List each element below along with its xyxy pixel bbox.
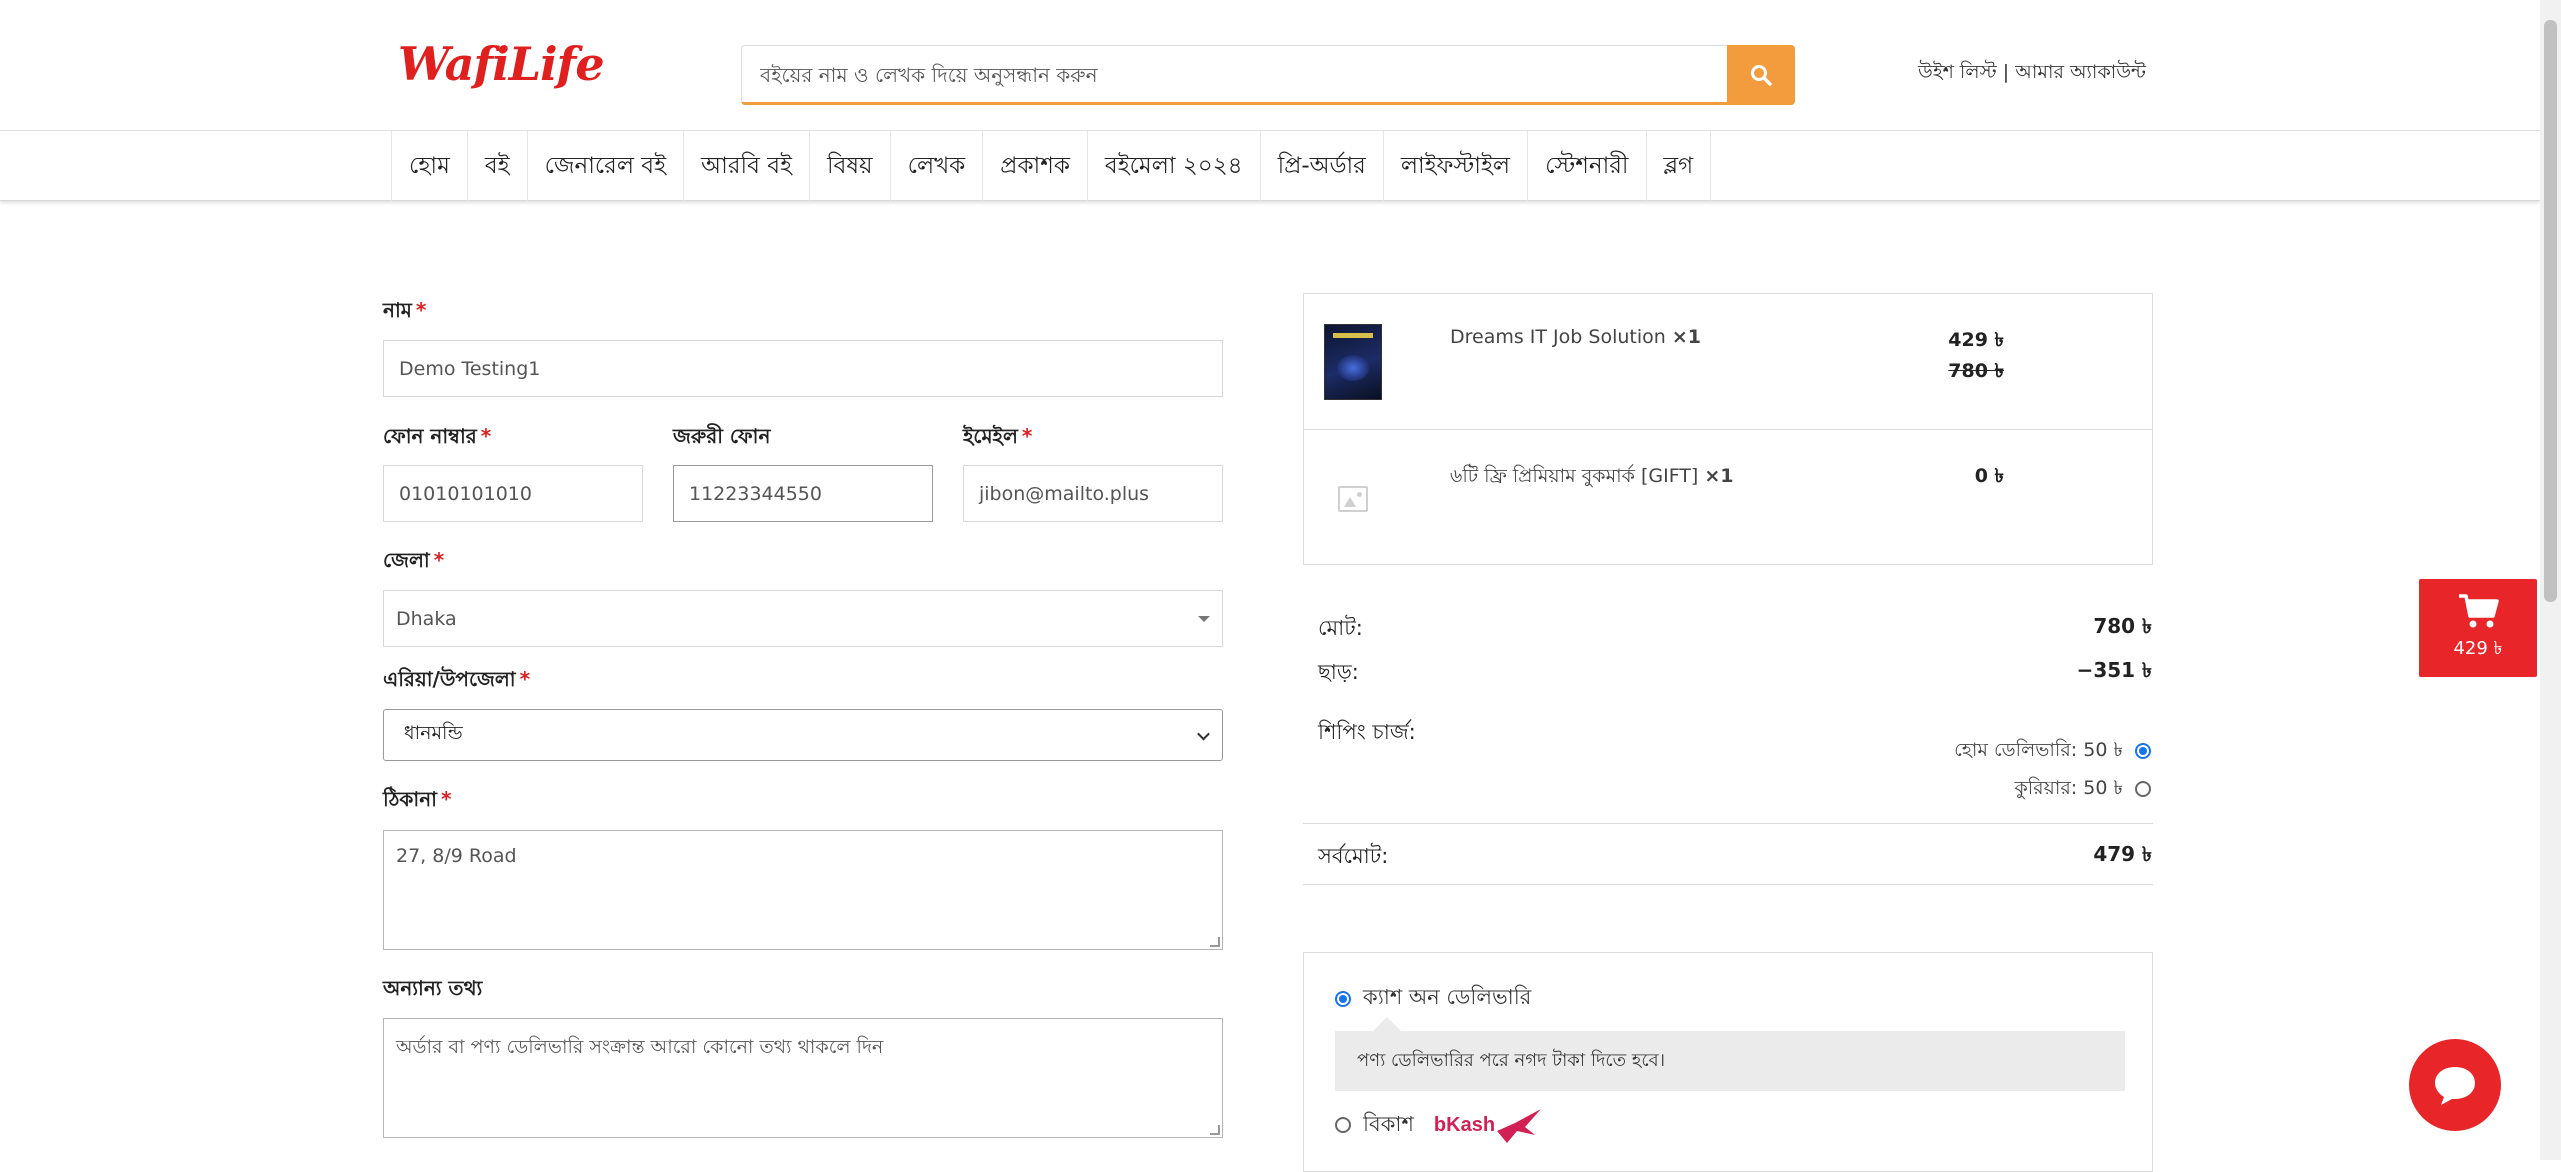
area-value: ধানমন্ডি [404, 722, 463, 744]
divider [1303, 884, 2153, 885]
district-select[interactable]: Dhaka [383, 590, 1223, 647]
main-nav: হোম বই জেনারেল বই আরবি বই বিষয় লেখক প্র… [0, 131, 2540, 201]
shipping-option-courier[interactable]: কুরিয়ার: 50 ৳ [1800, 774, 2151, 806]
shipping-label: শিপিং চার্জ: [1318, 720, 1416, 744]
nav-item-authors[interactable]: লেখক [889, 131, 983, 201]
cart-items: Dreams IT Job Solution ×1 429 ৳ 780 ৳ ৬ট… [1303, 293, 2153, 565]
divider [1303, 823, 2153, 824]
chevron-down-icon [1197, 727, 1210, 741]
required-mark: * [440, 787, 452, 811]
subtotal-label: মোট: [1318, 616, 1363, 640]
site-logo[interactable]: WafiLife [392, 24, 605, 104]
nav-item-arabic-books[interactable]: আরবি বই [683, 131, 809, 201]
address-value: 27, 8/9 Road [396, 845, 517, 867]
scrollbar-thumb[interactable] [2544, 20, 2557, 602]
search-button[interactable] [1727, 45, 1795, 105]
cod-description: পণ্য ডেলিভারির পরে নগদ টাকা দিতে হবে। [1335, 1017, 2125, 1091]
other-info-textarea[interactable]: অর্ডার বা পণ্য ডেলিভারি সংক্রান্ত আরো কো… [383, 1018, 1223, 1138]
top-links: উইশ লিস্ট | আমার অ্যাকাউন্ট [1918, 58, 2146, 90]
search-input[interactable] [742, 46, 1728, 103]
chat-bubble-icon [2435, 1067, 2475, 1105]
resize-handle-icon[interactable] [1210, 1125, 1220, 1135]
bkash-label: বিকাশ [1363, 1111, 1414, 1136]
address-textarea[interactable]: 27, 8/9 Road [383, 830, 1223, 950]
name-label: নাম * [383, 298, 427, 322]
my-account-link[interactable]: আমার অ্যাকাউন্ট [2015, 61, 2146, 83]
search-bar [741, 45, 1795, 105]
required-mark: * [519, 667, 531, 691]
district-label: জেলা * [383, 548, 445, 572]
discount-label: ছাড়: [1318, 660, 1359, 684]
other-info-label: অন্যান্য তথ্য [383, 976, 483, 1000]
phone-field[interactable]: 01010101010 [383, 465, 643, 522]
discount-value: −351 ৳ [2076, 658, 2152, 682]
link-separator: | [1996, 61, 2016, 83]
required-mark: * [1021, 424, 1033, 448]
radio-button-selected[interactable] [2135, 742, 2151, 759]
nav-item-publishers[interactable]: প্রকাশক [982, 131, 1087, 201]
district-value: Dhaka [396, 607, 457, 630]
dropdown-arrow-icon [1198, 615, 1210, 622]
cart-item-old-price: 780 ৳ [1948, 360, 2004, 382]
total-label: সর্বমোট: [1318, 844, 1389, 868]
wishlist-link[interactable]: উইশ লিস্ট [1918, 61, 1997, 83]
email-label: ইমেইল * [963, 424, 1033, 448]
page-scrollbar[interactable] [2540, 0, 2561, 1160]
cart-icon [2459, 593, 2499, 627]
total-value: 479 ৳ [2093, 842, 2152, 866]
cart-item-price: 0 ৳ [1974, 465, 2004, 487]
nav-item-home[interactable]: হোম [391, 131, 467, 201]
cart-item-name[interactable]: Dreams IT Job Solution ×1 [1450, 326, 1701, 348]
radio-button-selected[interactable] [1335, 990, 1351, 1007]
nav-item-pre-order[interactable]: প্রি-অর্ডার [1259, 131, 1383, 201]
address-label: ঠিকানা * [383, 787, 452, 811]
floating-cart-amount: 429 ৳ [2453, 637, 2503, 659]
radio-button[interactable] [1335, 1117, 1351, 1133]
cod-label: ক্যাশ অন ডেলিভারি [1363, 985, 1532, 1009]
cart-item-name[interactable]: ৬টি ফ্রি প্রিমিয়াম বুকমার্ক [GIFT] ×1 [1450, 462, 1734, 494]
book-cover-thumbnail[interactable] [1324, 324, 1382, 400]
bkash-logo: bKash [1434, 1105, 1543, 1145]
shipping-option-home[interactable]: হোম ডেলিভারি: 50 ৳ [1800, 736, 2151, 768]
area-label: এরিয়া/উপজেলা * [383, 667, 531, 691]
site-header: WafiLife উইশ লিস্ট | আমার অ্যাকাউন্ট [0, 0, 2540, 131]
nav-item-books[interactable]: বই [466, 131, 527, 201]
emergency-phone-label: জরুরী ফোন [673, 424, 771, 448]
cart-item-price: 429 ৳ [1948, 329, 2004, 351]
nav-item-blog[interactable]: ব্লগ [1645, 131, 1712, 201]
bkash-bird-icon [1497, 1109, 1542, 1143]
nav-item-lifestyle[interactable]: লাইফস্টাইল [1382, 131, 1527, 201]
nav-item-subjects[interactable]: বিষয় [808, 131, 890, 201]
name-field[interactable]: Demo Testing1 [383, 340, 1223, 397]
required-mark: * [433, 548, 445, 572]
logo-text: WafiLife [398, 37, 605, 91]
search-icon [1751, 65, 1772, 86]
emergency-phone-field[interactable]: 11223344550 [673, 465, 933, 522]
phone-label: ফোন নাম্বার * [383, 424, 492, 448]
cod-description-text: পণ্য ডেলিভারির পরে নগদ টাকা দিতে হবে। [1357, 1049, 1666, 1071]
nav-item-book-fair[interactable]: বইমেলা ২০২৪ [1086, 131, 1260, 201]
cart-item: Dreams IT Job Solution ×1 429 ৳ 780 ৳ [1304, 294, 2152, 430]
other-info-placeholder: অর্ডার বা পণ্য ডেলিভারি সংক্রান্ত আরো কো… [396, 1036, 884, 1058]
chat-button[interactable] [2409, 1039, 2501, 1131]
floating-cart-button[interactable]: 429 ৳ [2419, 579, 2537, 677]
payment-option-bkash[interactable]: বিকাশ bKash [1335, 1105, 1543, 1145]
payment-methods: ক্যাশ অন ডেলিভারি পণ্য ডেলিভারির পরে নগদ… [1303, 952, 2153, 1172]
nav-item-general-books[interactable]: জেনারেল বই [526, 131, 683, 201]
radio-button[interactable] [2135, 780, 2151, 797]
required-mark: * [480, 424, 492, 448]
resize-handle-icon[interactable] [1210, 937, 1220, 947]
area-select[interactable]: ধানমন্ডি [383, 709, 1223, 761]
subtotal-value: 780 ৳ [2093, 614, 2152, 638]
nav-item-stationery[interactable]: স্টেশনারী [1527, 131, 1645, 201]
email-field[interactable]: jibon@mailto.plus [963, 465, 1223, 522]
payment-option-cod[interactable]: ক্যাশ অন ডেলিভারি [1335, 981, 1531, 1016]
required-mark: * [415, 298, 427, 322]
cart-item: ৬টি ফ্রি প্রিমিয়াম বুকমার্ক [GIFT] ×1 0… [1304, 430, 2152, 566]
image-placeholder-icon [1338, 486, 1368, 512]
